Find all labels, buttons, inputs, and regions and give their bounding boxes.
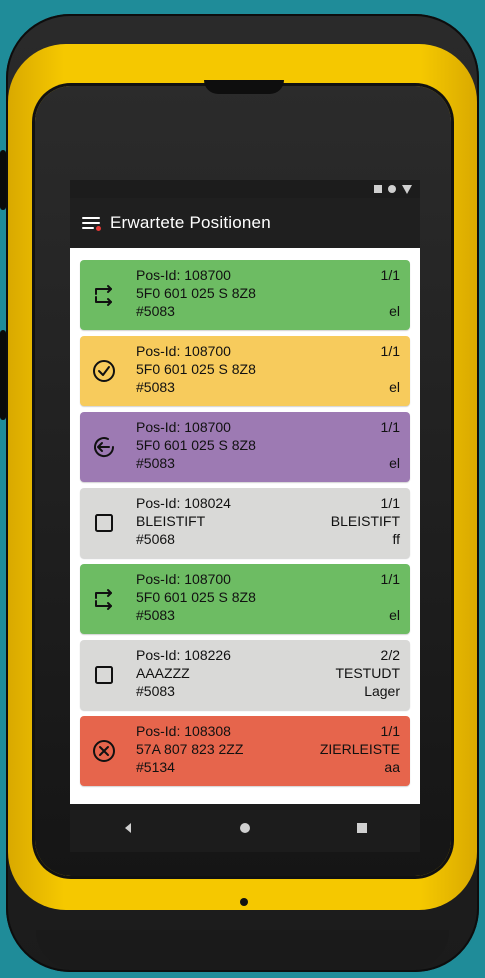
storage-location: el bbox=[389, 607, 400, 623]
triangle-status-icon bbox=[402, 184, 412, 194]
cancel-circle-icon bbox=[80, 716, 128, 786]
speaker-grille bbox=[204, 80, 284, 94]
order-number: #5083 bbox=[136, 683, 175, 699]
app-bar: Erwartete Positionen bbox=[70, 198, 420, 248]
position-id: Pos-Id: 108700 bbox=[136, 419, 231, 435]
article-number: 57A 807 823 2ZZ bbox=[136, 741, 244, 757]
order-number: #5083 bbox=[136, 607, 175, 623]
article-number: AAAZZZ bbox=[136, 665, 190, 681]
list-item[interactable]: Pos-Id: 108700 1/1 5F0 601 025 S 8Z8 #5083 e… bbox=[80, 260, 410, 330]
dot-status-icon bbox=[388, 185, 396, 193]
quantity: 1/1 bbox=[380, 343, 400, 359]
navigation-bar bbox=[70, 804, 420, 852]
article-number: 5F0 601 025 S 8Z8 bbox=[136, 437, 256, 453]
positions-list: Pos-Id: 108700 1/1 5F0 601 025 S 8Z8 #5083 e… bbox=[80, 260, 410, 792]
menu-icon[interactable] bbox=[80, 211, 104, 235]
order-number: #5083 bbox=[136, 455, 175, 471]
return-circle-icon bbox=[80, 412, 128, 482]
home-icon[interactable] bbox=[225, 808, 265, 848]
quantity: 1/1 bbox=[380, 419, 400, 435]
side-button bbox=[0, 150, 6, 210]
list-item[interactable]: Pos-Id: 108226 2/2 AAAZZZ TESTUDT #5083 Lager bbox=[80, 640, 410, 710]
position-id: Pos-Id: 108226 bbox=[136, 647, 231, 663]
quantity: 1/1 bbox=[380, 571, 400, 587]
list-item[interactable]: Pos-Id: 108024 1/1 BLEISTIFT BLEISTIFT #5068… bbox=[80, 488, 410, 558]
back-icon[interactable] bbox=[108, 808, 148, 848]
quantity: 2/2 bbox=[380, 647, 400, 663]
order-number: #5083 bbox=[136, 379, 175, 395]
storage-location: ff bbox=[392, 531, 400, 547]
order-number: #5134 bbox=[136, 759, 175, 775]
article-number: BLEISTIFT bbox=[136, 513, 206, 529]
transfer-icon bbox=[80, 564, 128, 634]
position-id: Pos-Id: 108308 bbox=[136, 723, 231, 739]
article-number: 5F0 601 025 S 8Z8 bbox=[136, 589, 256, 605]
quantity: 1/1 bbox=[380, 495, 400, 511]
order-number: #5068 bbox=[136, 531, 175, 547]
position-id: Pos-Id: 108024 bbox=[136, 495, 231, 511]
list-item[interactable]: Pos-Id: 108700 1/1 5F0 601 025 S 8Z8 #5083 e… bbox=[80, 564, 410, 634]
storage-location: el bbox=[389, 303, 400, 319]
storage-location: aa bbox=[384, 759, 400, 775]
side-button bbox=[0, 330, 6, 420]
list-item[interactable]: Pos-Id: 108700 1/1 5F0 601 025 S 8Z8 #5083 e… bbox=[80, 412, 410, 482]
checkbox-icon bbox=[80, 488, 128, 558]
microphone-dot bbox=[240, 898, 248, 906]
device-grip bbox=[36, 930, 449, 970]
page-title: Erwartete Positionen bbox=[110, 213, 271, 232]
position-id: Pos-Id: 108700 bbox=[136, 343, 231, 359]
article-name: ZIERLEISTE bbox=[319, 741, 400, 757]
list-item[interactable]: Pos-Id: 108700 1/1 5F0 601 025 S 8Z8 #5083 e… bbox=[80, 336, 410, 406]
transfer-icon bbox=[80, 260, 128, 330]
phone-screen: Erwartete Positionen Pos-Id: 108700 1/1 5F… bbox=[70, 180, 420, 852]
recent-apps-icon[interactable] bbox=[342, 808, 382, 848]
list-item[interactable]: Pos-Id: 108308 1/1 57A 807 823 2ZZ ZIERLEIS… bbox=[80, 716, 410, 786]
checkbox-icon bbox=[80, 640, 128, 710]
square-status-icon bbox=[374, 185, 382, 193]
order-number: #5083 bbox=[136, 303, 175, 319]
article-number: 5F0 601 025 S 8Z8 bbox=[136, 285, 256, 301]
article-name: BLEISTIFT bbox=[330, 513, 400, 529]
storage-location: el bbox=[389, 455, 400, 471]
notification-dot bbox=[96, 226, 101, 231]
storage-location: Lager bbox=[364, 683, 400, 699]
position-id: Pos-Id: 108700 bbox=[136, 267, 231, 283]
article-number: 5F0 601 025 S 8Z8 bbox=[136, 361, 256, 377]
article-name: TESTUDT bbox=[335, 665, 400, 681]
check-circle-icon bbox=[80, 336, 128, 406]
quantity: 1/1 bbox=[380, 723, 400, 739]
status-bar bbox=[70, 180, 420, 198]
storage-location: el bbox=[389, 379, 400, 395]
quantity: 1/1 bbox=[380, 267, 400, 283]
position-id: Pos-Id: 108700 bbox=[136, 571, 231, 587]
